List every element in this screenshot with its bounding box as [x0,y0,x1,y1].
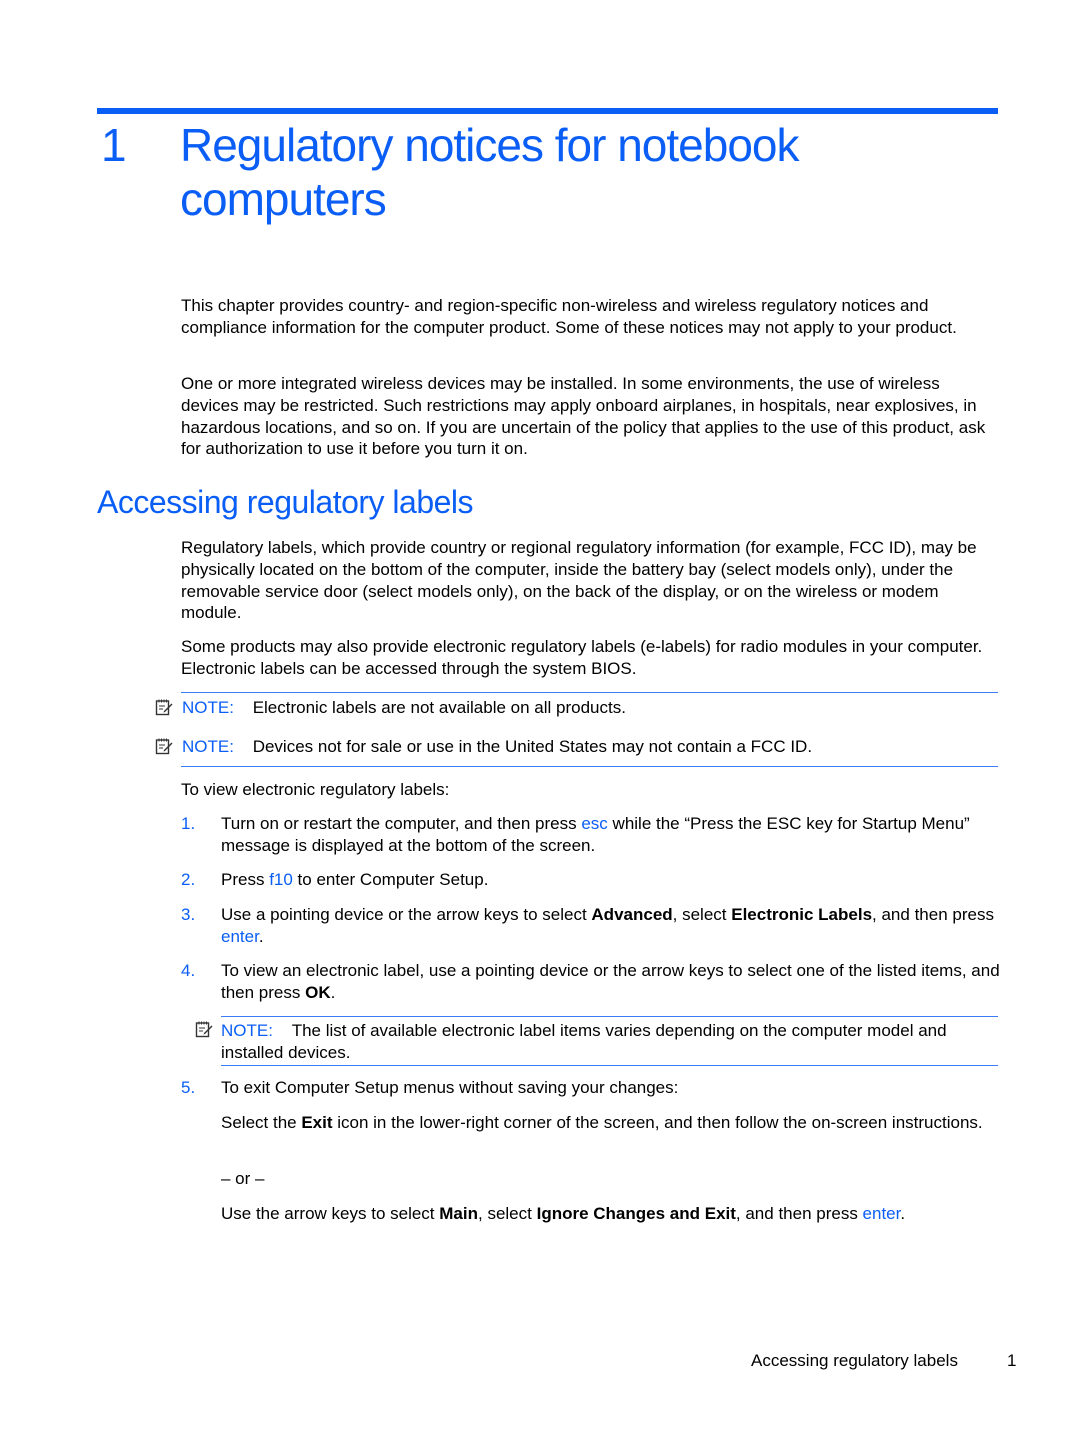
step-number: 2. [181,870,196,889]
step-5-option-b: Use the arrow keys to select Main, selec… [221,1203,1001,1225]
step-text-part: . [900,1204,906,1223]
note-rule-top [221,1016,998,1017]
step-text-part: , and then press [735,1204,863,1223]
menu-electronic-labels: Electronic Labels [731,905,873,924]
chapter-rule [97,108,998,114]
step-text-part: icon in the lower-right corner of the sc… [332,1113,983,1132]
note-rule-bottom [221,1065,998,1066]
key-enter: enter [862,1204,901,1223]
step-number: 1. [181,814,196,833]
steps-intro: To view electronic regulatory labels: [181,780,450,799]
menu-advanced: Advanced [591,905,673,924]
menu-main: Main [439,1204,478,1223]
step-1-text: Turn on or restart the computer, and the… [221,813,1001,857]
exit-icon-label: Exit [301,1113,333,1132]
step-text-part: , select [672,905,732,924]
note-label: NOTE: [182,737,234,756]
note-1: NOTE: Electronic labels are not availabl… [182,697,626,719]
section-heading: Accessing regulatory labels [97,484,474,520]
step-3-text: Use a pointing device or the arrow keys … [221,904,1001,948]
step-4-text: To view an electronic label, use a point… [221,960,1001,1004]
note-2: NOTE: Devices not for sale or use in the… [182,736,812,758]
chapter-number: 1 [101,119,127,171]
step-text-part: Press [221,870,270,889]
note-rule-bottom [181,766,998,767]
note-text: The list of available electronic label i… [221,1021,947,1062]
step-number: 4. [181,961,196,980]
key-esc: esc [581,814,608,833]
step-text-part: To view an electronic label, use a point… [221,961,1000,1002]
note-icon [195,1021,213,1038]
note-icon [155,738,173,755]
note-text: Electronic labels are not available on a… [252,698,626,717]
footer-page-number: 1 [1007,1351,1017,1370]
step-text-part: Select the [221,1113,302,1132]
step-text-part: Turn on or restart the computer, and the… [221,814,582,833]
step-text-part: . [258,926,264,946]
step-number: 3. [181,905,196,924]
note-rule-top [181,692,998,693]
key-f10: f10 [269,870,293,889]
menu-ignore-changes-and-exit: Ignore Changes and Exit [536,1204,736,1223]
intro-paragraph-1: This chapter provides country- and regio… [181,296,957,337]
step-5-text: To exit Computer Setup menus without sav… [221,1078,679,1097]
step-text-part: Use a pointing device or the arrow keys … [221,905,592,924]
step-number: 5. [181,1078,196,1097]
key-enter: enter [221,926,259,946]
step-text-part: , and then press [872,905,994,924]
step-text-part: , select [478,1204,537,1223]
section-paragraph-2: Some products may also provide electroni… [181,637,983,678]
footer-section-title: Accessing regulatory labels [751,1351,958,1370]
step-text-part: . [330,982,336,1002]
note-label: NOTE: [182,698,234,717]
note-label: NOTE: [221,1021,273,1040]
note-3: NOTE: The list of available electronic l… [221,1020,1001,1064]
chapter-title: Regulatory notices for notebook computer… [180,119,800,225]
note-icon [155,699,173,716]
note-text: Devices not for sale or use in the Unite… [252,737,813,756]
button-ok: OK [305,982,331,1002]
step-5-or: – or – [221,1169,265,1188]
intro-paragraph-2: One or more integrated wireless devices … [181,374,986,459]
step-text-part: Use the arrow keys to select [221,1204,440,1223]
step-5-option-a: Select the Exit icon in the lower-right … [221,1112,1001,1134]
step-text-part: to enter Computer Setup. [292,870,489,889]
section-paragraph-1: Regulatory labels, which provide country… [181,538,977,623]
step-2-text: Press f10 to enter Computer Setup. [221,869,1001,891]
